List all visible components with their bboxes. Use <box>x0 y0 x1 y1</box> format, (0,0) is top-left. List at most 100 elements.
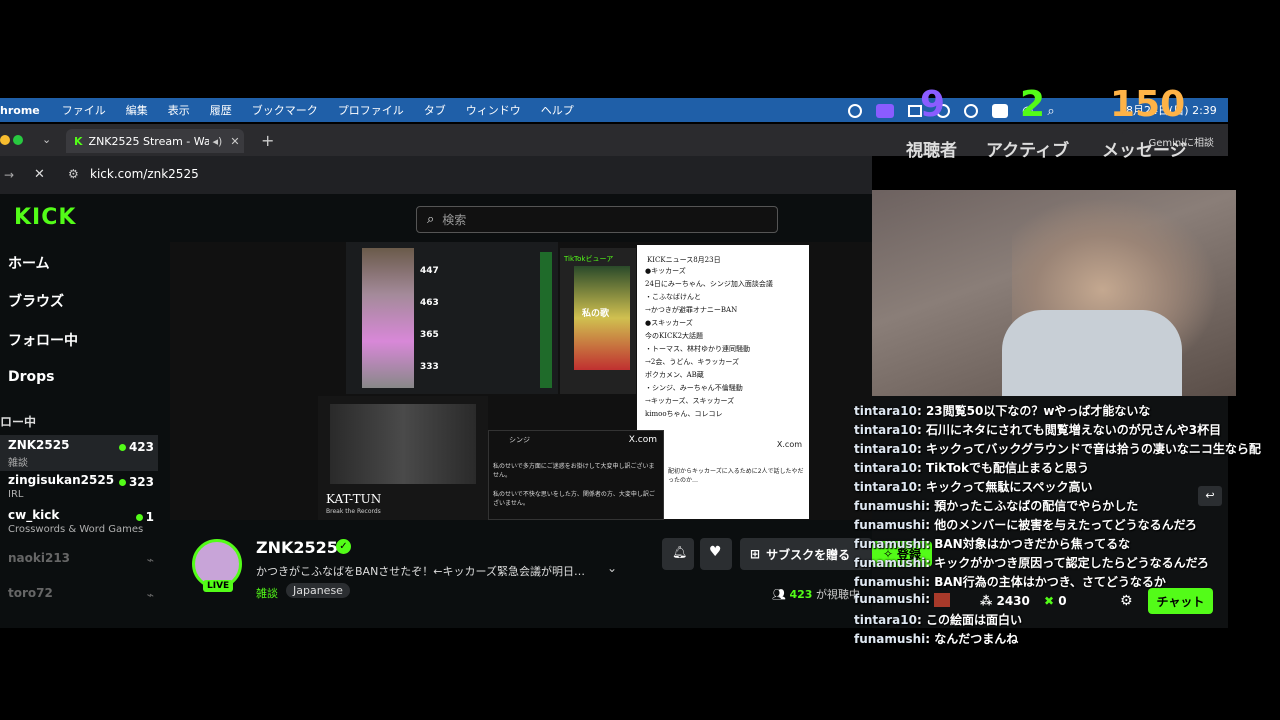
browser-tab-active[interactable]: K ZNK2525 Stream - Watch ◂) ✕ <box>66 129 244 153</box>
menu-edit[interactable]: 編集 <box>126 102 148 118</box>
search-input[interactable]: ⌕ 検索 <box>416 206 778 233</box>
forward-icon[interactable]: → <box>4 168 14 182</box>
channel-name: zingisukan2525 <box>8 473 115 487</box>
leaderboard-count: 463 <box>420 298 439 308</box>
screen-record-icon[interactable] <box>876 104 894 118</box>
news-line: kimooちゃん、コレコレ <box>645 410 723 418</box>
offline-icon: ⌁ <box>146 588 154 602</box>
search-icon[interactable]: ⌕ <box>1047 104 1054 119</box>
news-line: ●スキッカーズ <box>645 319 693 327</box>
following-header: ロー中 <box>0 415 37 429</box>
news-lines: ●キッカーズ 24日にみーちゃん、シンジ加入面談会議 ・こふなばけんと →かつき… <box>645 265 773 421</box>
chat-user: tintara10 <box>854 423 917 437</box>
window-minimize-button[interactable] <box>0 135 10 145</box>
history-icon[interactable] <box>964 104 978 118</box>
window-zoom-button[interactable] <box>13 135 23 145</box>
chat-emote-image <box>934 592 951 607</box>
chat-message: funamushi: 預かったこふなばの配信でやらかした <box>854 499 1139 513</box>
live-badge: LIVE <box>203 580 234 592</box>
chat-user: funamushi <box>854 499 926 513</box>
news-line: 今のKICK2大話題 <box>645 332 704 340</box>
album-cover: KAT-TUN Break the Records <box>318 396 488 520</box>
channel-category: Crosswords & Word Games <box>8 524 144 535</box>
chat-send-button[interactable]: チャット <box>1148 588 1213 614</box>
followed-channel-naoki213[interactable]: naoki213 ⌁ <box>0 548 158 584</box>
nav-browse[interactable]: ブラウズ <box>8 291 64 311</box>
channel-name: cw_kick <box>8 508 60 522</box>
channel-viewer-count: 1 <box>135 510 154 524</box>
menu-bookmarks[interactable]: ブックマーク <box>252 102 318 118</box>
chat-scroll-button[interactable]: ↩ <box>1198 486 1222 506</box>
chat-message: tintara10: キックってバックグラウンドで音は拾うの凄いなニコ生なら配 <box>854 442 1261 456</box>
follow-heart-button[interactable]: ♥ <box>700 538 732 570</box>
tweet-text: 私のせいで不快な思いをした方、関係者の方、大変申し訳ございません。 <box>493 491 655 507</box>
channel-count-value: 423 <box>128 440 154 454</box>
followed-channel-toro72[interactable]: toro72 ⌁ <box>0 583 158 619</box>
chat-user: tintara10 <box>854 404 917 418</box>
chat-text: 23閲覧50以下なの？wやっぱ才能ないな <box>925 404 1151 418</box>
tweet-user: シンジ <box>509 436 530 444</box>
new-tab-icon[interactable]: + <box>261 131 274 150</box>
url-field[interactable]: kick.com/znk2525 <box>90 167 199 181</box>
x-logo: X.com <box>776 440 802 449</box>
chat-settings-icon[interactable]: ⚙ <box>1120 593 1133 609</box>
expand-title-chevron-icon[interactable]: ⌄ <box>607 561 617 575</box>
active-counter: 2 <box>1020 84 1046 125</box>
chat-send-label: チャット <box>1156 594 1205 609</box>
bell-icon: 🔔︎ <box>672 545 688 559</box>
streamer-shirt <box>1002 310 1182 396</box>
leaderboard-count: 333 <box>420 362 439 372</box>
gift-subscription-button[interactable]: ⊞ サブスクを贈る <box>740 538 872 570</box>
verified-icon: ✓ <box>336 539 351 554</box>
chat-user: funamushi <box>854 537 926 551</box>
chat-text: 預かったこふなばの配信でやらかした <box>934 499 1139 513</box>
menu-window[interactable]: ウィンドウ <box>466 102 521 118</box>
nav-following[interactable]: フォロー中 <box>8 330 78 350</box>
status-icon[interactable] <box>848 104 862 118</box>
menu-profile[interactable]: プロファイル <box>338 102 404 118</box>
chat-user: funamushi <box>854 592 926 606</box>
offline-icon: ⌁ <box>146 553 154 567</box>
stream-tag[interactable]: Japanese <box>286 583 350 598</box>
notification-bell-button[interactable]: 🔔︎ <box>662 538 694 570</box>
site-settings-icon[interactable]: ⚙ <box>68 167 79 181</box>
channel-name: ZNK2525 <box>8 438 70 452</box>
tab-list-chevron-icon[interactable]: ⌄ <box>42 133 51 146</box>
chat-message: tintara10: TikTokでも配信止まると思う <box>854 461 1090 475</box>
viewer-count: 👥︎ 423 が視聴中 <box>772 586 860 602</box>
chat-text: 他のメンバーに被害を与えたってどうなるんだろ <box>934 518 1197 532</box>
menu-history[interactable]: 履歴 <box>210 102 232 118</box>
tab-close-icon[interactable]: ✕ <box>230 135 239 148</box>
viewers-counter: 9 <box>920 84 946 125</box>
channel-count-value: 323 <box>128 475 154 489</box>
followed-channel-znk2525[interactable]: ZNK2525 雑談 423 <box>0 435 158 471</box>
menubar-app-name[interactable]: hrome <box>0 104 40 117</box>
chat-message: tintara10: 石川にネタにされても閲覧増えないのが兄さんや3杯目 <box>854 423 1222 437</box>
menu-tab[interactable]: タブ <box>424 102 446 118</box>
menu-view[interactable]: 表示 <box>168 102 190 118</box>
nav-drops[interactable]: Drops <box>8 369 55 385</box>
stream-category[interactable]: 雑談 <box>256 585 278 601</box>
webcam-feed <box>872 190 1238 400</box>
streamer-name[interactable]: ZNK2525 <box>256 538 338 557</box>
chat-user: tintara10 <box>854 480 917 494</box>
followed-channel-zingisukan2525[interactable]: zingisukan2525 IRL 323 <box>0 470 158 506</box>
chat-text: この絵面は面白い <box>925 613 1022 627</box>
input-method-icon[interactable] <box>992 104 1008 118</box>
chat-user: tintara10 <box>854 613 917 627</box>
followed-channel-cw-kick[interactable]: cw_kick Crosswords & Word Games 1 <box>0 505 158 541</box>
tiktok-label: TikTokビューア <box>564 255 614 263</box>
channel-name: toro72 <box>8 586 53 600</box>
tab-audio-icon[interactable]: ◂) <box>213 135 223 148</box>
chat-message: tintara10: キックって無駄にスペック高い <box>854 480 1093 494</box>
chat-message: tintara10: 23閲覧50以下なの？wやっぱ才能ないな <box>854 404 1151 418</box>
search-icon: ⌕ <box>427 212 435 227</box>
nav-home[interactable]: ホーム <box>8 253 50 273</box>
menu-help[interactable]: ヘルプ <box>541 102 574 118</box>
menu-file[interactable]: ファイル <box>62 102 106 118</box>
kick-logo[interactable]: KICK <box>14 205 76 230</box>
stream-thumbnails <box>362 248 414 388</box>
stop-loading-icon[interactable]: ✕ <box>34 167 45 182</box>
channel-category: 雑談 <box>8 458 28 469</box>
chat-message: funamushi: 他のメンバーに被害を与えたってどうなるんだろ <box>854 518 1197 532</box>
